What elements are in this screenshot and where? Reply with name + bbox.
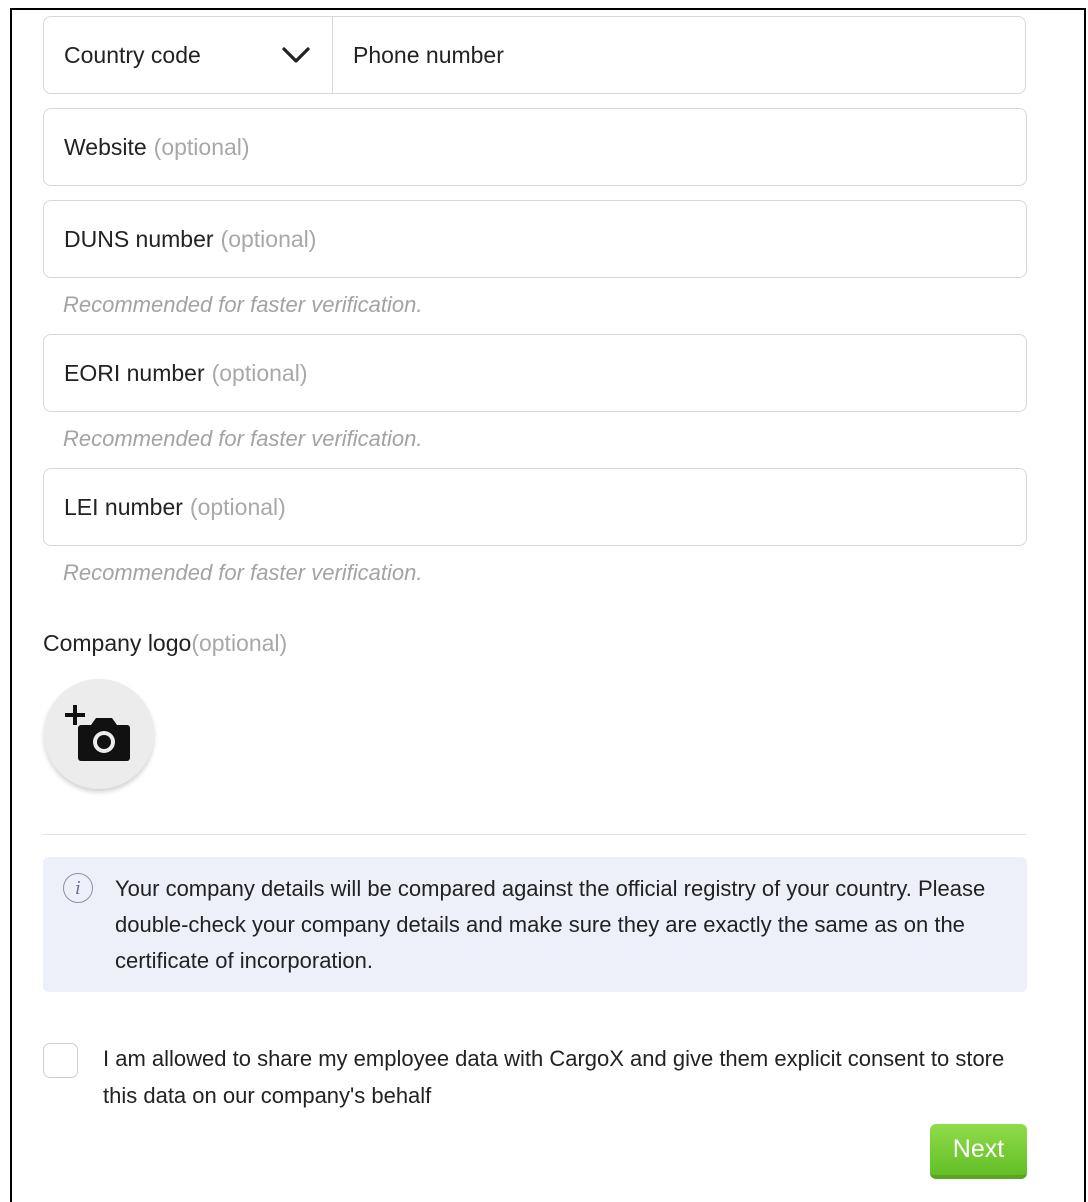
eori-label: EORI number xyxy=(64,359,205,386)
lei-input[interactable]: LEI number (optional) xyxy=(43,468,1027,546)
website-label: Website xyxy=(64,133,147,160)
form-container xyxy=(10,8,1086,1202)
lei-label: LEI number xyxy=(64,493,183,520)
phone-input-group: Country code Phone number xyxy=(43,16,1026,94)
info-icon: i xyxy=(63,873,93,903)
chevron-down-icon xyxy=(282,47,310,63)
duns-hint: Recommended for faster verification. xyxy=(63,292,423,317)
lei-optional: (optional) xyxy=(189,493,286,520)
company-logo-optional: (optional) xyxy=(191,630,288,656)
info-notice: i Your company details will be compared … xyxy=(43,857,1027,992)
duns-optional: (optional) xyxy=(220,225,317,252)
add-photo-camera-icon xyxy=(65,705,130,761)
phone-number-placeholder: Phone number xyxy=(353,41,504,68)
duns-input[interactable]: DUNS number (optional) xyxy=(43,200,1027,278)
eori-input[interactable]: EORI number (optional) xyxy=(43,334,1027,412)
duns-label: DUNS number xyxy=(64,225,214,252)
section-divider xyxy=(43,834,1027,835)
website-optional: (optional) xyxy=(153,133,250,160)
company-logo-text: Company logo xyxy=(43,630,192,656)
eori-optional: (optional) xyxy=(211,359,308,386)
upload-logo-button[interactable] xyxy=(44,679,154,789)
eori-hint: Recommended for faster verification. xyxy=(63,426,423,451)
info-text: Your company details will be compared ag… xyxy=(115,876,986,973)
website-label-wrap: Website (optional) xyxy=(64,109,250,185)
consent-checkbox[interactable] xyxy=(43,1043,78,1078)
eori-label-wrap: EORI number (optional) xyxy=(64,335,308,411)
phone-number-input[interactable]: Phone number xyxy=(333,17,504,93)
lei-hint: Recommended for faster verification. xyxy=(63,560,423,585)
country-code-label: Country code xyxy=(64,41,201,68)
duns-label-wrap: DUNS number (optional) xyxy=(64,201,316,277)
consent-text: I am allowed to share my employee data w… xyxy=(103,1046,1005,1108)
next-button[interactable]: Next xyxy=(930,1124,1027,1179)
company-logo-label: Company logo(optional) xyxy=(43,630,287,657)
country-code-select[interactable]: Country code xyxy=(44,17,333,93)
lei-label-wrap: LEI number (optional) xyxy=(64,469,286,545)
website-input[interactable]: Website (optional) xyxy=(43,108,1027,186)
